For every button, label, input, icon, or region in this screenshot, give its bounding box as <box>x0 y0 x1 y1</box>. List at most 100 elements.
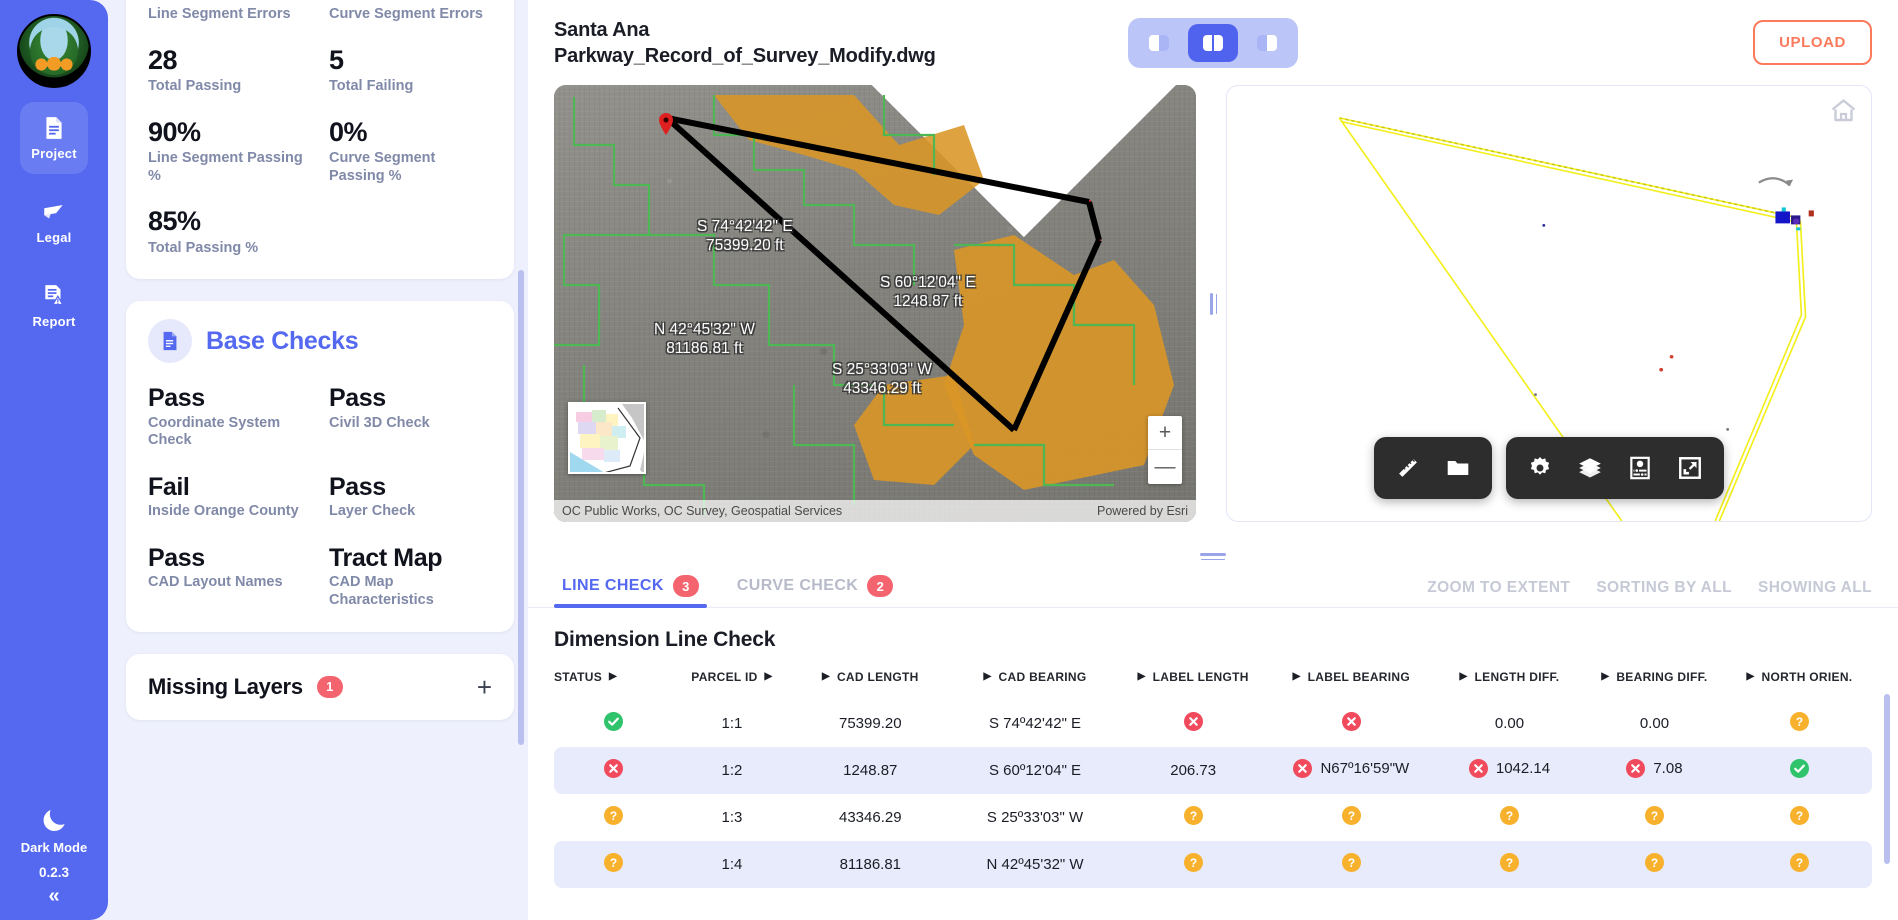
cell-status: ? <box>554 841 673 889</box>
cell-value: N 42º45'32" W <box>986 856 1084 874</box>
map-start-pin-icon <box>659 113 673 135</box>
base-checks-header: Base Checks <box>148 319 492 364</box>
table-row[interactable]: 1:2 1248.87 S 60º12'04" E 206.73 N67º16'59"W… <box>554 747 1872 795</box>
cad-measure-tool[interactable] <box>1388 449 1428 487</box>
missing-layers-expand-button[interactable]: + <box>477 674 492 700</box>
map-segment-label: S 60°12'04" E 1248.87 ft <box>880 273 976 312</box>
table-row[interactable]: ? 1:4 81186.81 N 42º45'32" W????? <box>554 841 1872 889</box>
map-zoom-in-button[interactable]: + <box>1148 416 1182 450</box>
horizontal-splitter-handle[interactable] <box>528 544 1898 564</box>
cell-cad-bearing: S 25º33'03" W <box>949 794 1120 841</box>
column-label: PARCEL ID <box>691 670 758 684</box>
cad-layers-tool[interactable] <box>1570 449 1610 487</box>
cell-value: 43346.29 <box>839 809 902 827</box>
tab-curve-check[interactable]: CURVE CHECK 2 <box>729 575 901 607</box>
map-zoom-controls[interactable]: + — <box>1148 416 1182 484</box>
map-segment-label: N 42°45'32" W 81186.81 ft <box>654 320 755 359</box>
cell-value: 1:2 <box>721 762 743 780</box>
map-zoom-out-button[interactable]: — <box>1148 450 1182 484</box>
document-icon <box>163 332 177 351</box>
cell-cad-length: 81186.81 <box>791 841 950 889</box>
cell-label-length: ? <box>1121 794 1266 841</box>
vertical-splitter-handle[interactable] <box>1196 85 1226 522</box>
check-layer: Pass Layer Check <box>329 474 492 521</box>
right-panel-icon <box>1257 34 1277 51</box>
status-err-icon <box>1626 759 1646 779</box>
sidebar-item-legal[interactable]: Legal <box>20 186 88 258</box>
missing-layers-card[interactable]: Missing Layers 1 + <box>126 653 514 720</box>
svg-text:?: ? <box>1348 809 1355 823</box>
dimension-line-check-table: STATUS ▶ PARCEL ID ▶ ▶ CAD LENGTH ▶ CAD BEAR… <box>554 670 1872 889</box>
svg-text:?: ? <box>1796 715 1803 729</box>
cell-bearing-diff: 0.00 <box>1582 700 1727 747</box>
table-body: 1:1 75399.20 S 74º42'42" E 0.00 0.00? 1:2 1248… <box>554 700 1872 889</box>
cad-image-settings-tool[interactable] <box>1620 449 1660 487</box>
status-warn-icon: ? <box>1341 853 1361 873</box>
stat-value: 90% <box>148 116 201 147</box>
check-value: Fail <box>148 473 190 502</box>
cad-toolbar-group-2 <box>1506 437 1724 499</box>
map-overview-minimap[interactable] <box>568 402 646 474</box>
left-panel: Line Segment Errors Curve Segment Errors… <box>108 0 528 920</box>
map-viewer[interactable]: S 74°42'42" E 75399.20 ft S 60°12'04" E … <box>554 85 1196 522</box>
left-panel-scrollbar[interactable] <box>518 270 524 745</box>
view-mode-right-panel-button[interactable] <box>1242 24 1292 62</box>
collapse-sidebar-button[interactable]: « <box>48 886 59 920</box>
left-panel-icon <box>1149 34 1169 51</box>
cad-expand-tool[interactable] <box>1670 449 1710 487</box>
table-row[interactable]: ? 1:3 43346.29 S 25º33'03" W????? <box>554 794 1872 841</box>
column-header-bearing-diff[interactable]: ▶ BEARING DIFF. <box>1582 670 1727 700</box>
check-label: CAD Map Characteristics <box>329 574 434 608</box>
map-label-bearing: N 42°45'32" W <box>654 321 755 338</box>
sidebar: Project Legal Report Dark Mode 0.2.3 « <box>0 0 108 920</box>
base-checks-card: Base Checks Pass Coordinate System Check… <box>126 301 514 632</box>
cell-content: N67º16'59"W <box>1293 759 1409 779</box>
column-header-cad-length[interactable]: ▶ CAD LENGTH <box>791 670 949 700</box>
tab-label: CURVE CHECK <box>736 577 859 594</box>
cell-value: 1248.87 <box>843 762 898 780</box>
svg-text:?: ? <box>610 856 617 870</box>
cell-value: 0.00 <box>1639 715 1670 733</box>
showing-filter-button[interactable]: SHOWING ALL <box>1758 579 1872 597</box>
check-label: CAD Layout Names <box>148 574 283 591</box>
status-warn-icon: ? <box>603 853 623 873</box>
column-header-parcel-id[interactable]: PARCEL ID ▶ <box>673 670 792 700</box>
upload-button[interactable]: UPLOAD <box>1753 20 1872 65</box>
missing-layers-count-badge: 1 <box>316 675 343 698</box>
table-scrollbar[interactable] <box>1884 694 1890 864</box>
sidebar-item-project[interactable]: Project <box>20 102 88 174</box>
status-err-icon <box>1468 759 1488 779</box>
column-label: STATUS <box>554 670 603 684</box>
stat-curve-segment-errors: Curve Segment Errors <box>329 2 492 24</box>
column-label: NORTH ORIEN. <box>1761 670 1853 684</box>
cad-settings-tool[interactable] <box>1520 449 1560 487</box>
tab-label: LINE CHECK <box>562 577 664 594</box>
status-warn-icon: ? <box>1183 806 1203 826</box>
cell-length-diff: 0.00 <box>1437 700 1582 747</box>
zoom-to-extent-button[interactable]: ZOOM TO EXTENT <box>1427 579 1570 597</box>
table-row[interactable]: 1:1 75399.20 S 74º42'42" E 0.00 0.00? <box>554 700 1872 747</box>
tab-line-check[interactable]: LINE CHECK 3 <box>554 575 707 608</box>
column-header-status[interactable]: STATUS ▶ <box>554 670 673 700</box>
dark-mode-toggle[interactable]: Dark Mode <box>21 805 87 855</box>
cad-viewer[interactable] <box>1226 85 1872 522</box>
top-bar: Santa Ana Parkway_Record_of_Survey_Modif… <box>528 0 1898 85</box>
column-header-label-length[interactable]: ▶ LABEL LENGTH <box>1121 670 1266 700</box>
tab-badge: 3 <box>672 575 699 597</box>
stat-curve-segment-passing-pct: 0% Curve Segment Passing % <box>329 117 492 186</box>
cad-open-folder-tool[interactable] <box>1438 449 1478 487</box>
column-header-cad-bearing[interactable]: ▶ CAD BEARING <box>949 670 1120 700</box>
view-mode-split-button[interactable] <box>1188 23 1238 62</box>
column-header-length-diff[interactable]: ▶ LENGTH DIFF. <box>1437 670 1582 700</box>
column-header-label-bearing[interactable]: ▶ LABEL BEARING <box>1266 670 1437 700</box>
sidebar-item-report[interactable]: Report <box>20 270 88 342</box>
base-checks-icon-wrap <box>148 319 192 364</box>
cad-home-button[interactable] <box>1830 98 1857 128</box>
column-header-north-orien[interactable]: ▶ NORTH ORIEN. <box>1727 670 1872 700</box>
cell-parcel-id: 1:4 <box>672 841 792 889</box>
status-warn-icon: ? <box>1183 853 1203 873</box>
view-mode-left-panel-button[interactable] <box>1134 24 1184 62</box>
cell-north-orien: ? <box>1726 841 1872 889</box>
sorting-button[interactable]: SORTING BY ALL <box>1596 579 1732 597</box>
split-view-icon <box>1203 34 1223 51</box>
